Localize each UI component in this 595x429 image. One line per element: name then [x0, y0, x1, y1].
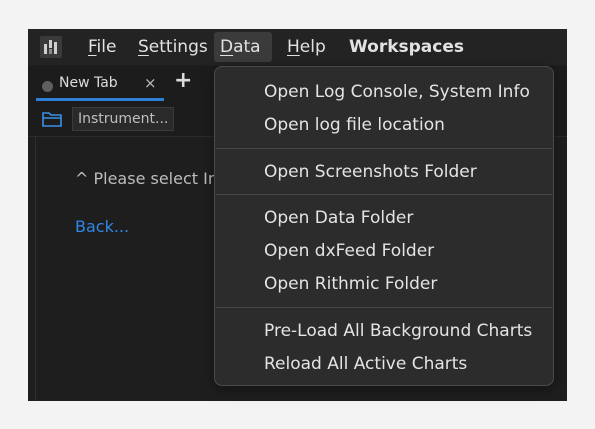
- data-menu-dropdown: Open Log Console, System Info Open log f…: [214, 66, 554, 386]
- menu-item-open-log-file-location[interactable]: Open log file location: [264, 112, 445, 138]
- menu-help[interactable]: Help: [281, 32, 332, 62]
- tab-new-tab[interactable]: New Tab ×: [36, 69, 164, 101]
- menu-item-open-screenshots-folder[interactable]: Open Screenshots Folder: [264, 159, 477, 185]
- menu-bar: File Settings Data Help Workspaces: [28, 29, 567, 65]
- menu-workspaces[interactable]: Workspaces: [343, 32, 470, 62]
- menu-item-open-log-console[interactable]: Open Log Console, System Info: [264, 79, 530, 105]
- app-logo-icon: [40, 36, 62, 58]
- menu-item-open-dxfeed-folder[interactable]: Open dxFeed Folder: [264, 238, 434, 264]
- menu-separator: [216, 307, 552, 308]
- menu-separator: [216, 148, 552, 149]
- content-divider: [35, 137, 36, 401]
- menu-separator: [216, 194, 552, 195]
- menu-data[interactable]: Data: [214, 32, 272, 62]
- add-tab-icon[interactable]: +: [174, 68, 192, 93]
- select-instrument-hint: ^ Please select Ins: [75, 169, 227, 188]
- back-link[interactable]: Back...: [75, 217, 129, 236]
- menu-item-open-data-folder[interactable]: Open Data Folder: [264, 205, 413, 231]
- folder-icon[interactable]: [42, 110, 62, 128]
- tab-label: New Tab: [59, 75, 118, 91]
- instrument-selector-button[interactable]: Instrument...: [72, 107, 174, 131]
- menu-item-preload-background-charts[interactable]: Pre-Load All Background Charts: [264, 318, 532, 344]
- menu-settings[interactable]: Settings: [132, 32, 214, 62]
- dot-icon: [42, 81, 53, 92]
- menu-file[interactable]: File: [82, 32, 122, 62]
- close-icon[interactable]: ×: [144, 74, 157, 92]
- menu-item-open-rithmic-folder[interactable]: Open Rithmic Folder: [264, 271, 437, 297]
- menu-item-reload-active-charts[interactable]: Reload All Active Charts: [264, 351, 467, 377]
